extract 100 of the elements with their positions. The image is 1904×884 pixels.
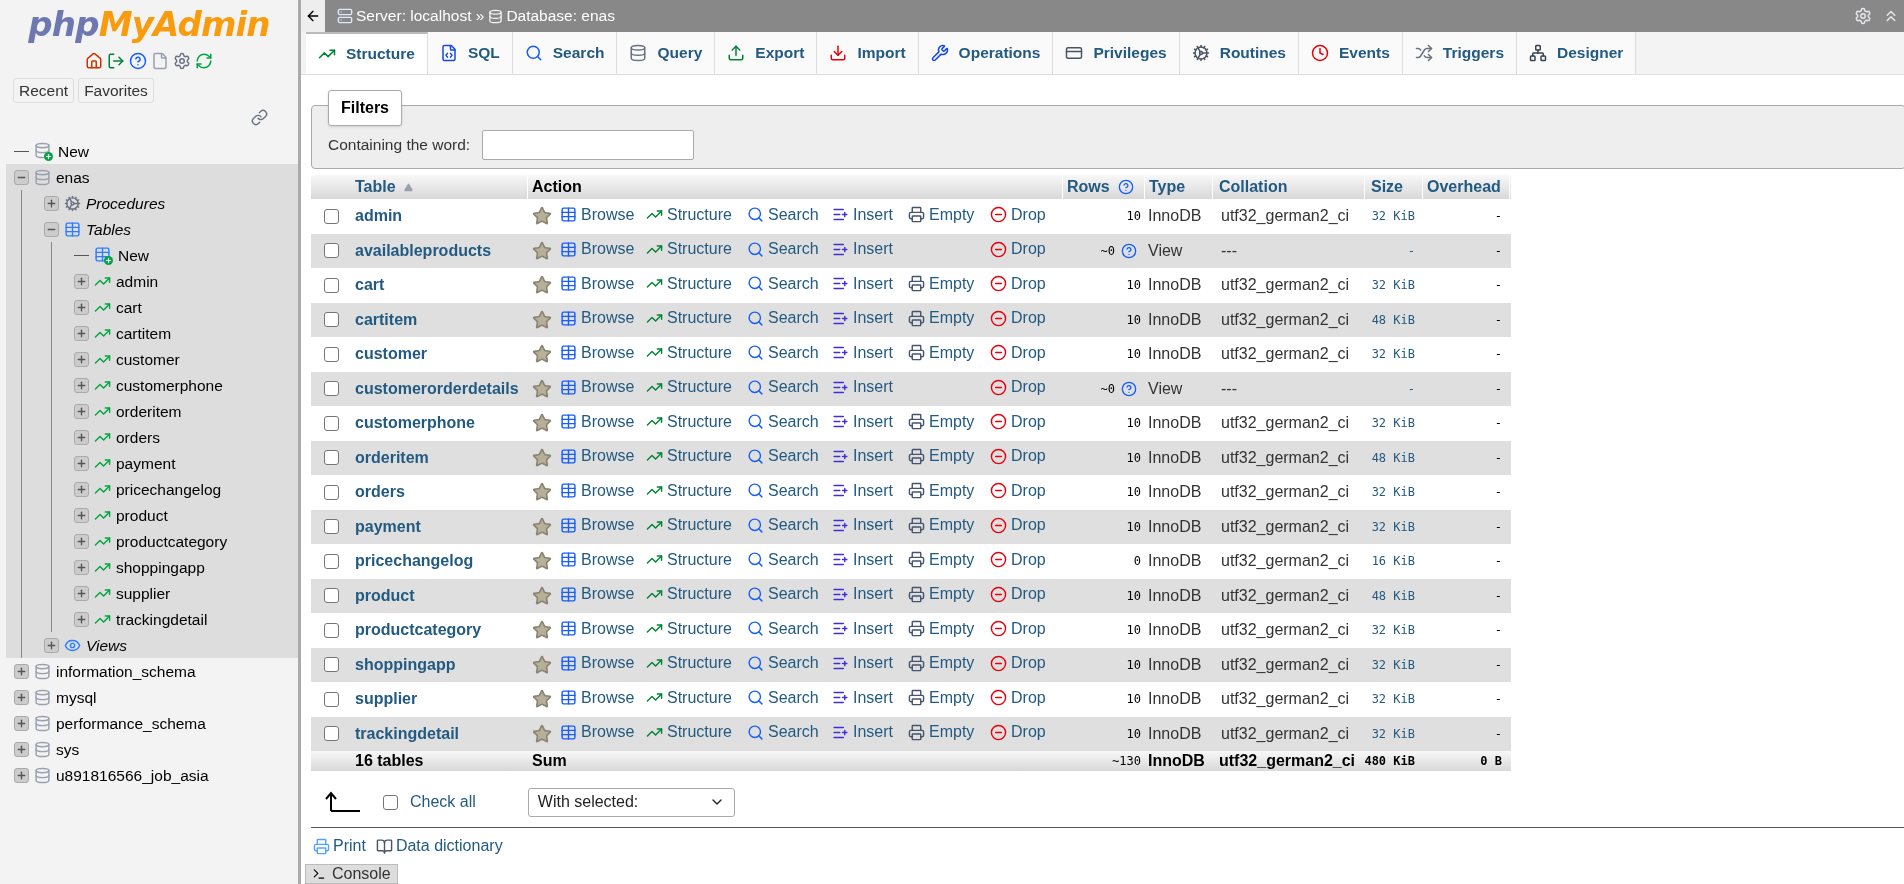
tree-item[interactable]: mysql [56, 685, 97, 709]
tree-item[interactable]: u891816566_job_asia [56, 763, 209, 787]
insert-link[interactable]: Insert [832, 306, 893, 330]
insert-link[interactable]: Insert [832, 340, 893, 365]
search-link[interactable]: Search [747, 651, 819, 675]
search-link[interactable]: Search [747, 720, 819, 744]
browse-link[interactable]: Browse [560, 375, 635, 399]
browse-link[interactable]: Browse [560, 582, 635, 606]
help-icon[interactable] [1121, 242, 1137, 259]
search-link[interactable]: Search [747, 409, 819, 434]
home-icon[interactable] [85, 52, 103, 70]
browse-link[interactable]: Browse [560, 478, 635, 503]
expand-icon[interactable] [44, 637, 59, 653]
drop-link[interactable]: Drop [990, 340, 1046, 365]
browse-link[interactable]: Browse [560, 720, 635, 744]
drop-link[interactable]: Drop [990, 685, 1046, 710]
empty-link[interactable]: Empty [908, 513, 975, 537]
tree-item[interactable]: orderitem [116, 399, 182, 423]
insert-link[interactable]: Insert [832, 651, 893, 675]
browse-link[interactable]: Browse [560, 237, 635, 261]
table-name-link[interactable]: cart [355, 276, 385, 294]
column-sort-link[interactable]: Collation [1219, 175, 1288, 199]
tree-item[interactable]: orders [116, 425, 160, 449]
star-icon[interactable] [532, 344, 552, 365]
size-value[interactable]: 32 KiB [1371, 724, 1415, 743]
size-value[interactable]: 32 KiB [1371, 207, 1415, 226]
structure-link[interactable]: Structure [646, 409, 732, 434]
expand-icon[interactable] [14, 741, 29, 757]
empty-link[interactable]: Empty [908, 202, 975, 227]
tree-item[interactable]: sys [56, 737, 80, 761]
tab[interactable]: Events [1299, 32, 1403, 74]
collapse-icon[interactable] [44, 221, 59, 237]
structure-link[interactable]: Structure [646, 478, 732, 503]
empty-link[interactable]: Empty [908, 478, 975, 503]
table-name-link[interactable]: orders [355, 483, 405, 501]
drop-link[interactable]: Drop [990, 306, 1046, 330]
table-name-link[interactable]: customer [355, 345, 428, 363]
table-name-link[interactable]: customerphone [355, 414, 475, 432]
tab[interactable]: Routines [1179, 32, 1299, 74]
insert-link[interactable]: Insert [832, 547, 893, 572]
recent-button[interactable]: Recent [13, 78, 75, 104]
favorites-button[interactable]: Favorites [78, 78, 154, 104]
breadcrumb-link[interactable]: Server: localhost » [356, 4, 485, 28]
structure-link[interactable]: Structure [646, 651, 732, 675]
tree-item[interactable]: payment [116, 451, 176, 475]
insert-link[interactable]: Insert [832, 478, 893, 503]
row-checkbox[interactable] [323, 588, 339, 604]
table-name-link[interactable]: shoppingapp [355, 655, 456, 673]
size-value[interactable]: 32 KiB [1371, 621, 1415, 640]
column-sort-link[interactable]: Table [355, 175, 396, 199]
browse-link[interactable]: Browse [560, 513, 635, 537]
size-value[interactable]: 32 KiB [1371, 655, 1415, 674]
tab[interactable]: Triggers [1402, 32, 1517, 74]
size-value[interactable]: - [1407, 379, 1415, 398]
structure-link[interactable]: Structure [646, 340, 732, 365]
table-name-link[interactable]: supplier [355, 690, 418, 708]
filter-field[interactable] [482, 130, 695, 160]
expand-icon[interactable] [74, 273, 89, 289]
expand-icon[interactable] [74, 533, 89, 549]
structure-link[interactable]: Structure [646, 547, 732, 572]
size-value[interactable]: 32 KiB [1371, 276, 1415, 295]
tree-item[interactable]: admin [116, 269, 159, 293]
star-icon[interactable] [532, 551, 552, 572]
insert-link[interactable]: Insert [832, 202, 893, 227]
link-icon[interactable] [251, 109, 268, 127]
search-link[interactable]: Search [747, 237, 819, 261]
expand-icon[interactable] [74, 559, 89, 575]
settings-icon[interactable] [173, 52, 191, 70]
column-sort-link[interactable]: Overhead [1427, 175, 1501, 199]
browse-link[interactable]: Browse [560, 444, 635, 468]
with-selected-dropdown[interactable]: With selected: [527, 787, 735, 817]
tree-item[interactable]: cartitem [116, 321, 172, 345]
insert-link[interactable]: Insert [832, 271, 893, 296]
tab[interactable]: Structure [306, 32, 428, 74]
tree-item[interactable]: performance_schema [56, 711, 206, 735]
insert-link[interactable]: Insert [832, 237, 893, 261]
search-link[interactable]: Search [747, 513, 819, 537]
browse-link[interactable]: Browse [560, 306, 635, 330]
search-link[interactable]: Search [747, 375, 819, 399]
expand-icon[interactable] [74, 481, 89, 497]
logout-icon[interactable] [107, 52, 125, 70]
tree-item[interactable]: New [58, 139, 89, 163]
table-name-link[interactable]: product [355, 586, 415, 604]
tab[interactable]: Designer [1517, 32, 1637, 74]
browse-link[interactable]: Browse [560, 685, 635, 710]
search-link[interactable]: Search [747, 340, 819, 365]
data-dictionary-link[interactable]: Data dictionary [375, 834, 503, 858]
empty-link[interactable]: Empty [908, 271, 975, 296]
size-value[interactable]: 32 KiB [1371, 517, 1415, 536]
tree-item[interactable]: supplier [116, 581, 171, 605]
structure-link[interactable]: Structure [646, 271, 732, 296]
tree-item[interactable]: customer [116, 347, 180, 371]
tree-item[interactable]: information_schema [56, 659, 196, 683]
search-link[interactable]: Search [747, 271, 819, 296]
structure-link[interactable]: Structure [646, 202, 732, 227]
tree-item[interactable]: Procedures [86, 191, 166, 215]
star-icon[interactable] [532, 482, 552, 503]
star-icon[interactable] [532, 275, 552, 296]
help-icon[interactable] [129, 52, 147, 70]
reload-icon[interactable] [195, 52, 213, 70]
